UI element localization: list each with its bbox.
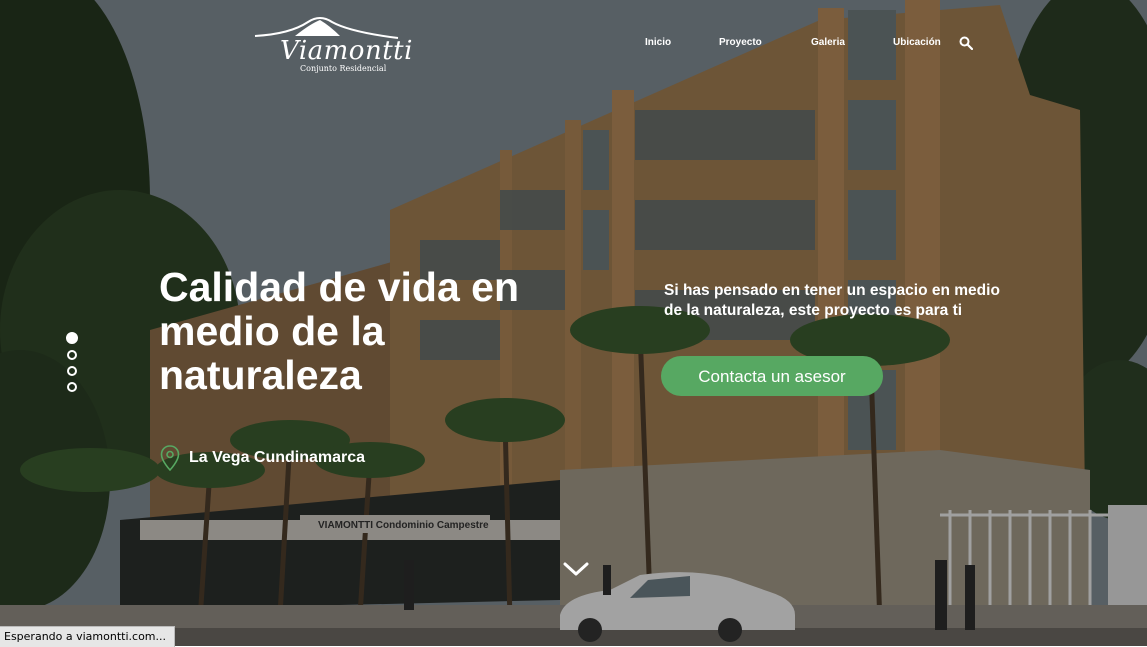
brand-tagline: Conjunto Residencial — [300, 64, 387, 73]
slider-dot-1[interactable] — [66, 332, 78, 344]
chevron-down-icon[interactable] — [562, 561, 590, 577]
nav-inicio[interactable]: Inicio — [645, 37, 671, 48]
slider-dot-2[interactable] — [67, 350, 77, 360]
nav-galeria[interactable]: Galeria — [811, 37, 845, 48]
brand-logo[interactable]: Viamontti Conjunto Residencial — [250, 14, 412, 74]
browser-status-bar: Esperando a viamontti.com... — [0, 626, 175, 647]
location-label: La Vega Cundinamarca — [160, 445, 365, 471]
contact-advisor-button[interactable]: Contacta un asesor — [661, 356, 883, 396]
nav-ubicacion[interactable]: Ubicación — [893, 37, 941, 48]
slider-pagination — [66, 332, 81, 398]
location-text: La Vega Cundinamarca — [189, 449, 366, 466]
hero-intro-text: Si has pensado en tener un espacio en me… — [664, 282, 1000, 319]
nav-proyecto[interactable]: Proyecto — [719, 37, 762, 48]
hero-headline: Calidad de vida en medio de la naturalez… — [159, 264, 519, 398]
map-pin-icon — [160, 445, 180, 471]
search-icon[interactable] — [959, 36, 973, 50]
brand-name: Viamontti — [280, 36, 413, 66]
slider-dot-3[interactable] — [67, 366, 77, 376]
slider-dot-4[interactable] — [67, 382, 77, 392]
